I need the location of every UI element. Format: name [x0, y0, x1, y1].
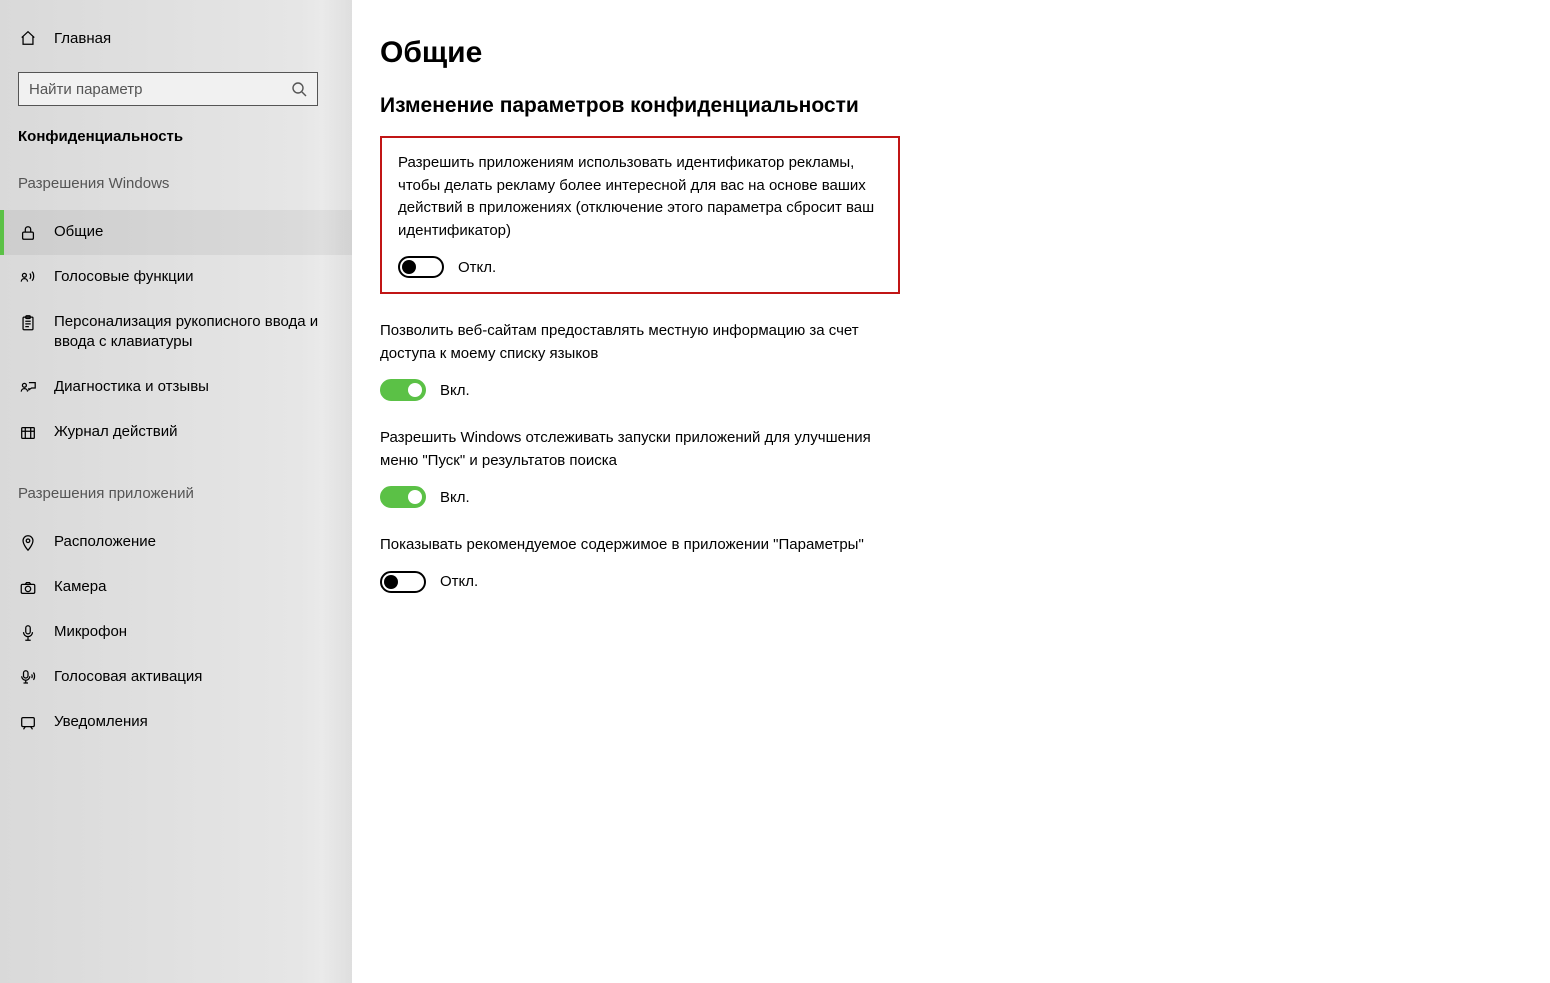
sidebar-item-microphone[interactable]: Микрофон — [0, 610, 352, 655]
toggle-advertising-id[interactable] — [398, 256, 444, 278]
clipboard-icon — [18, 313, 38, 333]
toggle-row: Вкл. — [380, 486, 890, 508]
setting-description: Разрешить приложениям использовать идент… — [398, 152, 882, 242]
microphone-icon — [18, 623, 38, 643]
toggle-suggested-content[interactable] — [380, 571, 426, 593]
search-input-wrap[interactable] — [18, 72, 318, 106]
setting-advertising-id: Разрешить приложениям использовать идент… — [380, 136, 900, 294]
toggle-row: Вкл. — [380, 379, 890, 401]
sidebar-group-windows-perms: Разрешения Windows — [0, 175, 352, 210]
sidebar-item-general[interactable]: Общие — [0, 210, 352, 255]
feedback-icon — [18, 378, 38, 398]
sidebar-item-notifications[interactable]: Уведомления — [0, 700, 352, 745]
speech-icon — [18, 268, 38, 288]
toggle-website-language[interactable] — [380, 379, 426, 401]
toggle-app-launch-tracking[interactable] — [380, 486, 426, 508]
sidebar-item-label: Диагностика и отзывы — [54, 377, 209, 397]
sidebar-item-label: Микрофон — [54, 622, 127, 642]
search-input[interactable] — [29, 81, 291, 98]
sidebar-item-voice-activation[interactable]: Голосовая активация — [0, 655, 352, 700]
voice-activation-icon — [18, 668, 38, 688]
camera-icon — [18, 578, 38, 598]
sidebar-section-header: Конфиденциальность — [0, 128, 352, 175]
sidebar-item-speech[interactable]: Голосовые функции — [0, 255, 352, 300]
sidebar-item-diagnostics[interactable]: Диагностика и отзывы — [0, 365, 352, 410]
setting-website-language: Позволить веб-сайтам предоставлять местн… — [380, 320, 890, 401]
lock-icon — [18, 223, 38, 243]
sidebar-item-label: Общие — [54, 222, 103, 242]
sidebar-group-app-perms: Разрешения приложений — [0, 485, 352, 520]
page-subheading: Изменение параметров конфиденциальности — [380, 94, 1510, 118]
activity-icon — [18, 423, 38, 443]
toggle-state-label: Откл. — [458, 259, 496, 276]
sidebar-item-label: Уведомления — [54, 712, 148, 732]
toggle-state-label: Вкл. — [440, 382, 470, 399]
sidebar-item-inking[interactable]: Персонализация рукописного ввода и ввода… — [0, 300, 352, 365]
setting-description: Разрешить Windows отслеживать запуски пр… — [380, 427, 890, 472]
sidebar-item-label: Журнал действий — [54, 422, 177, 442]
toggle-row: Откл. — [380, 571, 890, 593]
toggle-state-label: Вкл. — [440, 489, 470, 506]
main-content: Общие Изменение параметров конфиденциаль… — [352, 0, 1550, 983]
setting-description: Позволить веб-сайтам предоставлять местн… — [380, 320, 890, 365]
sidebar-item-label: Расположение — [54, 532, 156, 552]
sidebar-item-camera[interactable]: Камера — [0, 565, 352, 610]
toggle-row: Откл. — [398, 256, 882, 278]
sidebar-item-label: Камера — [54, 577, 106, 597]
sidebar: Главная Конфиденциальность Разрешения Wi… — [0, 0, 352, 983]
sidebar-item-label: Персонализация рукописного ввода и ввода… — [54, 312, 334, 353]
toggle-state-label: Откл. — [440, 573, 478, 590]
sidebar-item-activity[interactable]: Журнал действий — [0, 410, 352, 455]
sidebar-home[interactable]: Главная — [0, 28, 352, 72]
setting-suggested-content: Показывать рекомендуемое содержимое в пр… — [380, 534, 890, 593]
sidebar-item-label: Голосовые функции — [54, 267, 194, 287]
search-container — [0, 72, 352, 128]
search-icon — [291, 81, 307, 97]
sidebar-item-location[interactable]: Расположение — [0, 520, 352, 565]
sidebar-item-label: Голосовая активация — [54, 667, 202, 687]
page-title: Общие — [380, 36, 1510, 70]
notifications-icon — [18, 713, 38, 733]
sidebar-home-label: Главная — [54, 30, 111, 47]
location-icon — [18, 533, 38, 553]
home-icon — [18, 28, 38, 48]
setting-app-launch-tracking: Разрешить Windows отслеживать запуски пр… — [380, 427, 890, 508]
setting-description: Показывать рекомендуемое содержимое в пр… — [380, 534, 890, 557]
